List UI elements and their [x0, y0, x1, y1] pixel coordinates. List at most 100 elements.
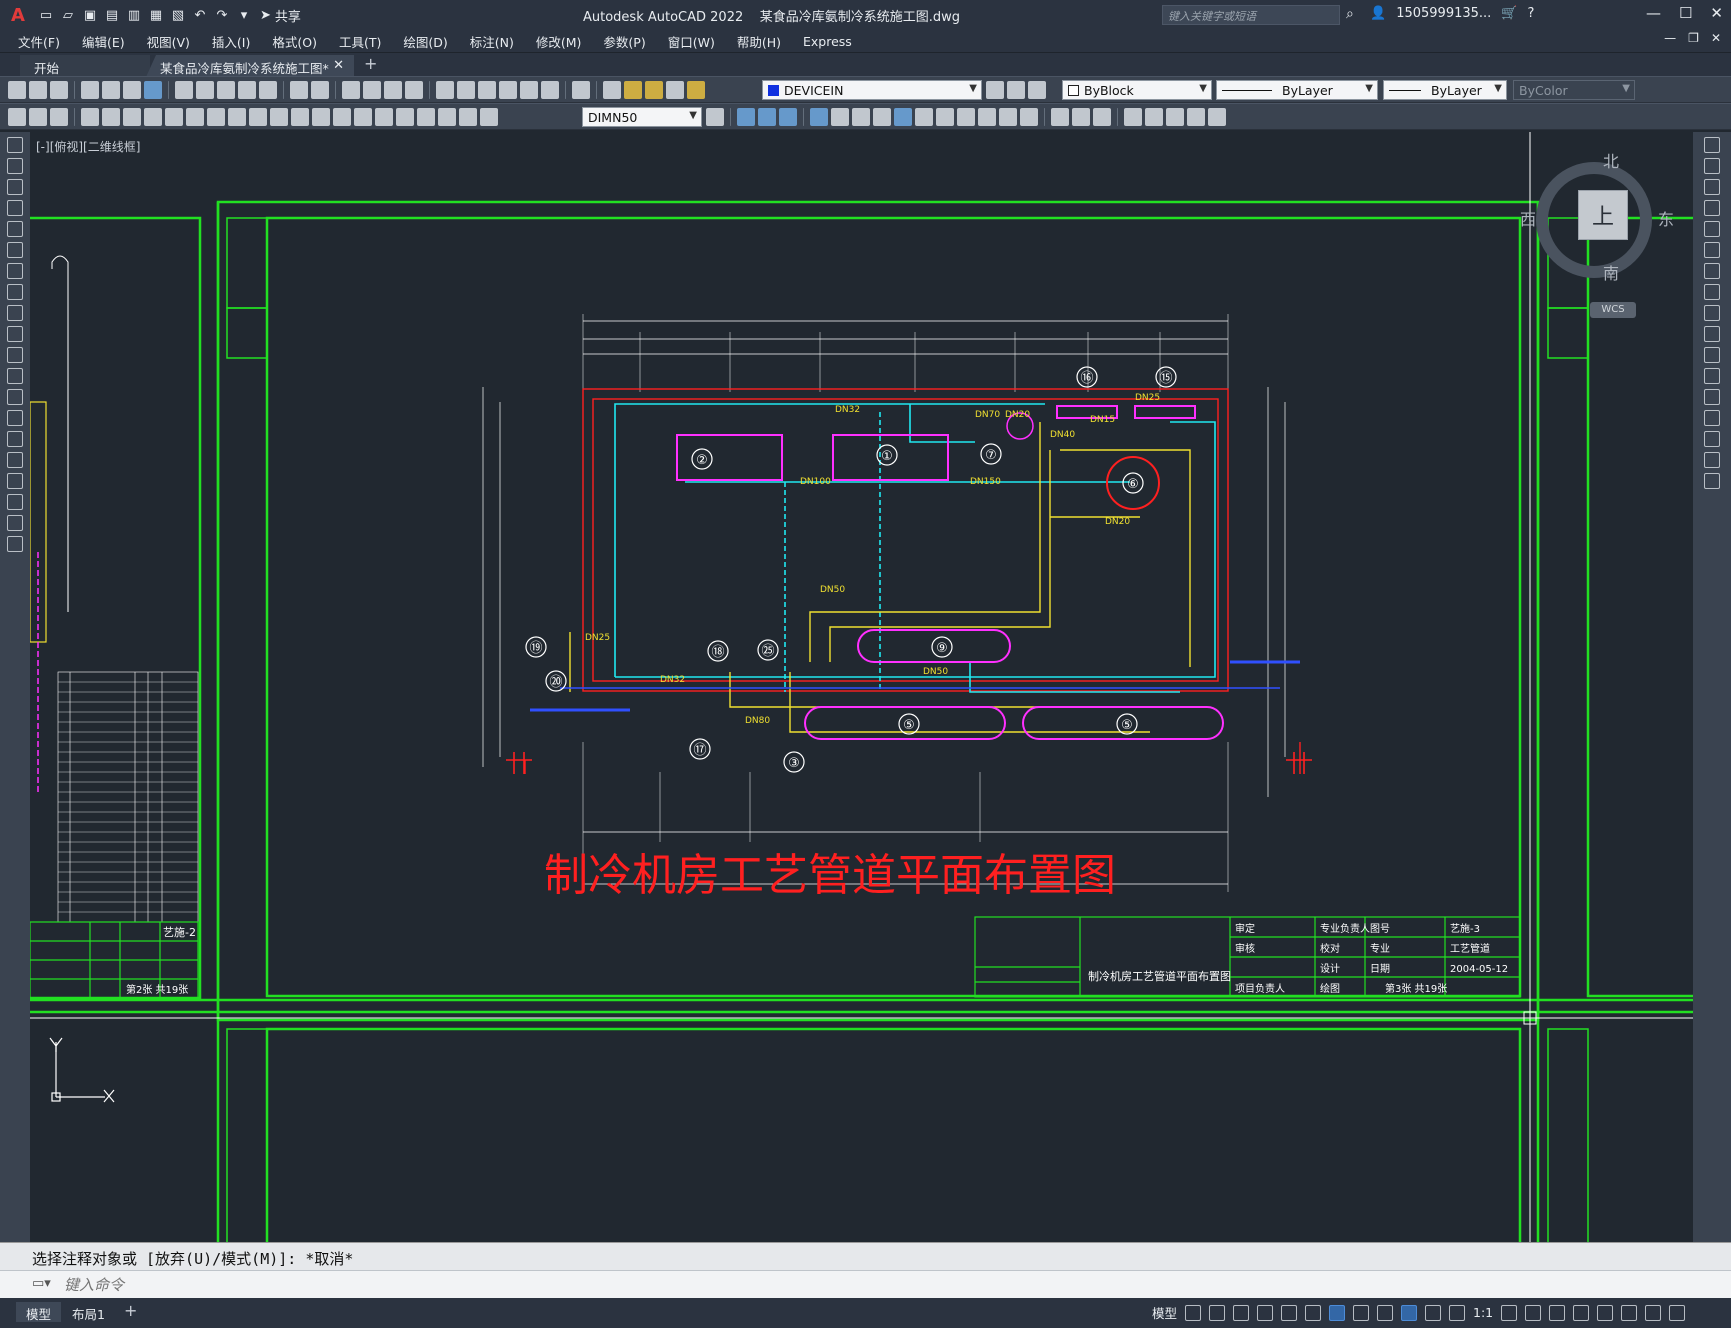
polygon-icon[interactable]	[7, 200, 23, 216]
viewcube[interactable]: 上 北 南 东 西	[1520, 148, 1674, 298]
menu-tools[interactable]: 工具(T)	[339, 32, 381, 51]
circle-icon[interactable]	[7, 263, 23, 279]
viewport-label[interactable]: [-][俯视][二维线框]	[36, 138, 140, 155]
explode-tool-icon[interactable]	[1704, 473, 1720, 489]
chamfer-icon[interactable]	[999, 108, 1017, 126]
join-icon[interactable]	[978, 108, 996, 126]
layer-properties-icon[interactable]	[603, 81, 621, 99]
menu-dimension[interactable]: 标注(N)	[470, 32, 514, 51]
pan-icon[interactable]	[342, 81, 360, 99]
tab-active-drawing[interactable]: 某食品冷库氨制冷系统施工图* ✕	[146, 55, 354, 77]
gradient-icon[interactable]	[7, 452, 23, 468]
dim-baseline-icon[interactable]	[270, 108, 288, 126]
construction-line-icon[interactable]	[7, 158, 23, 174]
stretch-icon[interactable]	[894, 108, 912, 126]
plot-icon[interactable]: ▧	[168, 5, 188, 25]
cart-icon[interactable]: 🛒	[1501, 6, 1517, 21]
inspection-icon[interactable]	[396, 108, 414, 126]
object-snap-icon[interactable]	[1329, 1304, 1346, 1321]
menu-format[interactable]: 格式(O)	[272, 32, 317, 51]
make-block-tool-icon[interactable]	[7, 389, 23, 405]
wcs-menu-button[interactable]: WCS	[1590, 302, 1636, 318]
quick-dim-icon[interactable]	[249, 108, 267, 126]
add-selected-icon[interactable]	[7, 536, 23, 552]
rectangle-icon[interactable]	[7, 221, 23, 237]
design-center-icon[interactable]	[457, 81, 475, 99]
zoom-realtime-icon[interactable]	[363, 81, 381, 99]
isodraft-icon[interactable]	[1281, 1304, 1298, 1321]
extend-tool-icon[interactable]	[1704, 347, 1720, 363]
help-icon[interactable]: ?	[1527, 6, 1534, 21]
search-input[interactable]: 键入关键字或短语	[1162, 5, 1340, 25]
hardware-accel-icon[interactable]	[1621, 1304, 1638, 1321]
line-tool-icon[interactable]	[7, 137, 23, 153]
group-icon[interactable]	[1093, 108, 1111, 126]
tab-close-icon[interactable]: ✕	[333, 58, 344, 73]
new-tab-icon[interactable]: +	[364, 54, 377, 73]
tool-palettes-icon[interactable]	[478, 81, 496, 99]
dim-text-edit-icon[interactable]	[459, 108, 477, 126]
zoom-previous-icon[interactable]	[405, 81, 423, 99]
trim-tool-icon[interactable]	[1704, 326, 1720, 342]
close-icon[interactable]: ✕	[1710, 4, 1723, 22]
dim-edit-icon[interactable]	[438, 108, 456, 126]
command-prompt-icon[interactable]: ▭▾	[32, 1276, 51, 1291]
polar-icon[interactable]	[1257, 1304, 1274, 1321]
join-tool-icon[interactable]	[1704, 389, 1720, 405]
layer-on-icon[interactable]	[624, 81, 642, 99]
explode-icon[interactable]	[1051, 108, 1069, 126]
sheet-set-icon[interactable]	[499, 81, 517, 99]
insert-block-icon[interactable]	[1124, 108, 1142, 126]
save-as-icon[interactable]: ▤	[102, 5, 122, 25]
ortho-icon[interactable]	[1233, 1304, 1250, 1321]
command-input[interactable]	[64, 1274, 1664, 1296]
cut-icon[interactable]	[175, 81, 193, 99]
viewcube-west[interactable]: 西	[1520, 206, 1536, 230]
undo-icon[interactable]: ↶	[190, 5, 210, 25]
dimstyle-dropdown[interactable]: DIMN50 ▼	[582, 107, 702, 127]
doc-restore-icon[interactable]: ❐	[1688, 31, 1699, 45]
move-icon[interactable]	[831, 108, 849, 126]
menu-file[interactable]: 文件(F)	[18, 32, 60, 51]
dim-linear2-icon[interactable]	[81, 108, 99, 126]
linetype-dropdown[interactable]: ByLayer ▼	[1216, 80, 1378, 100]
menu-window[interactable]: 窗口(W)	[668, 32, 715, 51]
workspace-gear-icon[interactable]	[1501, 1304, 1518, 1321]
preview-icon[interactable]	[102, 81, 120, 99]
erase-tool-icon[interactable]	[1704, 137, 1720, 153]
calculator-icon[interactable]	[541, 81, 559, 99]
spline-icon[interactable]	[7, 305, 23, 321]
chamfer-tool-icon[interactable]	[1704, 410, 1720, 426]
annotation-visibility-icon[interactable]	[1401, 1304, 1418, 1321]
publish-icon[interactable]	[123, 81, 141, 99]
snap-icon[interactable]	[1209, 1304, 1226, 1321]
new-file-icon[interactable]: ▭	[36, 5, 56, 25]
attach-icon[interactable]	[1166, 108, 1184, 126]
dim-diameter-icon[interactable]	[207, 108, 225, 126]
scale-tool-icon[interactable]	[1704, 284, 1720, 300]
isolate-objects-icon[interactable]	[1597, 1304, 1614, 1321]
redo-icon[interactable]: ↷	[212, 5, 232, 25]
ellipse-icon[interactable]	[7, 326, 23, 342]
break-icon[interactable]	[957, 108, 975, 126]
mtext-icon[interactable]	[7, 515, 23, 531]
scale-icon[interactable]	[873, 108, 891, 126]
dim-ordinate-icon[interactable]	[144, 108, 162, 126]
viewcube-top-face[interactable]: 上	[1578, 190, 1628, 240]
erase-icon[interactable]	[1072, 108, 1090, 126]
save-tb-icon[interactable]	[50, 81, 68, 99]
blend-tool-icon[interactable]	[1704, 452, 1720, 468]
menu-insert[interactable]: 插入(I)	[212, 32, 250, 51]
viewcube-south[interactable]: 南	[1603, 260, 1619, 284]
ellipse-arc-icon[interactable]	[7, 347, 23, 363]
dim-linear-icon[interactable]	[8, 108, 26, 126]
print-icon[interactable]	[81, 81, 99, 99]
purge-icon[interactable]	[1208, 108, 1226, 126]
fillet-icon[interactable]	[1020, 108, 1038, 126]
properties-icon[interactable]	[436, 81, 454, 99]
dim-arc-icon[interactable]	[50, 108, 68, 126]
dim-continue-icon[interactable]	[291, 108, 309, 126]
add-layout-icon[interactable]: +	[124, 1301, 137, 1320]
redo-tb-icon[interactable]	[311, 81, 329, 99]
color-dropdown[interactable]: ByBlock ▼	[1062, 80, 1212, 100]
